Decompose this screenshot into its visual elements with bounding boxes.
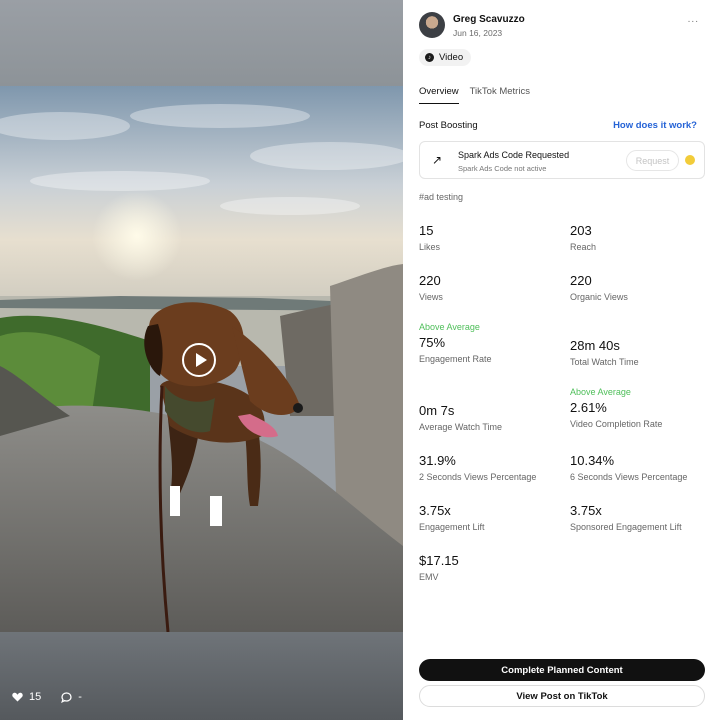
metric-average-watch-time: 0m 7s Average Watch Time — [419, 403, 502, 432]
metric-emv: $17.15 EMV — [419, 553, 459, 582]
above-average-badge: Above Average — [419, 322, 480, 332]
post-date: Jun 16, 2023 — [453, 28, 503, 38]
tab-tiktok-metrics[interactable]: TikTok Metrics — [470, 86, 530, 104]
metric-label: Likes — [419, 242, 441, 252]
tab-overview[interactable]: Overview — [419, 86, 459, 104]
tab-bar: Overview TikTok Metrics — [419, 86, 530, 104]
metric-engagement-lift: 3.75x Engagement Lift — [419, 503, 485, 532]
metric-label: Reach — [570, 242, 597, 252]
heart-icon — [12, 692, 23, 702]
comments-count: - — [78, 691, 82, 703]
metric-value: 3.75x — [419, 503, 451, 518]
metric-value: 220 — [570, 273, 592, 288]
metric-label: Sponsored Engagement Lift — [570, 522, 682, 532]
metric-value: 3.75x — [570, 503, 602, 518]
author-name: Greg Scavuzzo — [453, 14, 525, 25]
metric-2s-views-percentage: 31.9% 2 Seconds Views Percentage — [419, 453, 536, 482]
metric-value: 31.9% — [419, 453, 456, 468]
metric-value: 10.34% — [570, 453, 615, 468]
media-comments: - — [61, 691, 82, 703]
metric-views: 220 Views — [419, 273, 443, 302]
post-boosting-heading: Post Boosting — [419, 120, 478, 131]
post-type-chip: ♪ Video — [419, 49, 472, 66]
metric-label: Average Watch Time — [419, 422, 503, 432]
metric-label: Total Watch Time — [570, 357, 639, 367]
spark-ads-title: Spark Ads Code Requested — [458, 150, 570, 160]
metric-value: 28m 40s — [570, 338, 620, 353]
metric-label: Engagement Rate — [419, 354, 492, 364]
request-button[interactable]: Request — [626, 150, 679, 171]
metric-video-completion-rate: Above Average 2.61% Video Completion Rat… — [570, 387, 662, 429]
post-caption: #ad testing — [419, 192, 464, 202]
metric-value: $17.15 — [419, 553, 459, 568]
above-average-badge: Above Average — [570, 387, 631, 397]
metric-organic-views: 220 Organic Views — [570, 273, 628, 302]
metric-reach: 203 Reach — [570, 223, 596, 252]
status-dot-icon — [685, 155, 695, 165]
post-media: 15 - — [0, 0, 403, 720]
spark-ads-subtitle: Spark Ads Code not active — [458, 164, 547, 173]
more-options-icon[interactable]: ... — [688, 14, 699, 25]
post-type-label: Video — [439, 52, 464, 63]
tiktok-icon: ♪ — [425, 53, 434, 62]
metric-sponsored-engagement-lift: 3.75x Sponsored Engagement Lift — [570, 503, 682, 532]
spark-ads-card: ↗ Spark Ads Code Requested Spark Ads Cod… — [419, 141, 705, 179]
metric-label: 6 Seconds Views Percentage — [570, 472, 688, 482]
media-bottom-letterbox — [0, 632, 403, 720]
avatar — [419, 12, 445, 38]
metric-total-watch-time: 28m 40s Total Watch Time — [570, 338, 639, 367]
media-stats: 15 - — [12, 691, 96, 703]
how-does-it-work-link[interactable]: How does it work? — [613, 120, 697, 131]
media-likes: 15 — [12, 691, 41, 703]
metric-likes: 15 Likes — [419, 223, 440, 252]
metric-value: 2.61% — [570, 400, 607, 415]
comment-icon — [61, 691, 72, 703]
arrow-up-right-icon: ↗ — [432, 153, 443, 167]
metric-value: 75% — [419, 335, 446, 350]
metric-engagement-rate: Above Average 75% Engagement Rate — [419, 322, 492, 364]
metric-6s-views-percentage: 10.34% 6 Seconds Views Percentage — [570, 453, 687, 482]
metric-label: 2 Seconds Views Percentage — [419, 472, 537, 482]
metric-label: Views — [419, 292, 443, 302]
metric-label: Engagement Lift — [419, 522, 485, 532]
metric-value: 15 — [419, 223, 434, 238]
metric-value: 0m 7s — [419, 403, 455, 418]
complete-planned-content-button[interactable]: Complete Planned Content — [419, 659, 705, 681]
metric-label: EMV — [419, 572, 439, 582]
post-details-panel: Greg Scavuzzo Jun 16, 2023 ... ♪ Video O… — [403, 0, 717, 720]
likes-count: 15 — [29, 691, 42, 703]
metric-label: Video Completion Rate — [570, 419, 663, 429]
media-top-letterbox — [0, 0, 403, 86]
view-post-on-tiktok-button[interactable]: View Post on TikTok — [419, 685, 705, 707]
play-icon[interactable] — [182, 343, 216, 377]
metric-value: 203 — [570, 223, 592, 238]
metric-label: Organic Views — [570, 292, 628, 302]
metric-value: 220 — [419, 273, 441, 288]
